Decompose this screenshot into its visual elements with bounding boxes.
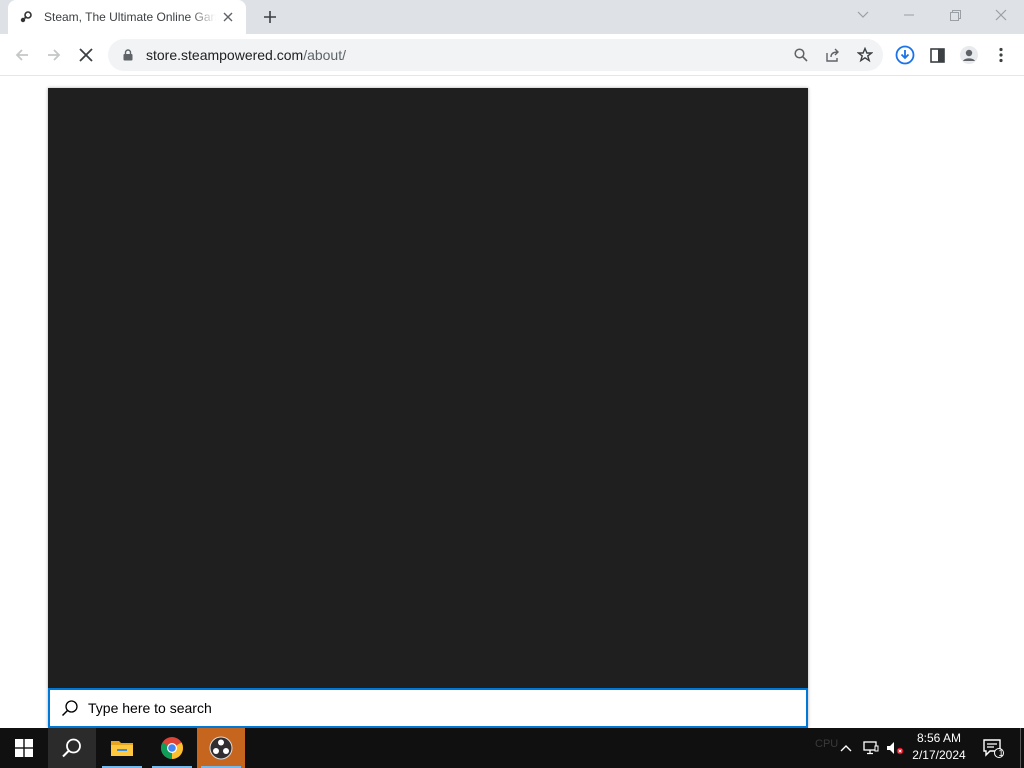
chevron-up-icon[interactable]	[836, 728, 856, 768]
clock-date: 2/17/2024	[912, 748, 966, 762]
url-text[interactable]: store.steampowered.com/about/	[146, 47, 346, 63]
notification-icon[interactable]: 1	[980, 728, 1006, 768]
minimize-icon[interactable]	[886, 0, 932, 30]
chrome-icon[interactable]	[148, 728, 196, 768]
steam-icon	[18, 9, 34, 25]
back-arrow-icon[interactable]	[7, 40, 37, 70]
start-search-panel	[48, 88, 808, 728]
address-bar[interactable]: store.steampowered.com/about/	[108, 39, 883, 71]
lock-icon[interactable]	[120, 49, 136, 61]
search-icon	[60, 699, 80, 717]
share-icon[interactable]	[818, 40, 848, 70]
more-menu-icon[interactable]	[986, 40, 1016, 70]
close-icon[interactable]	[220, 9, 236, 25]
windows-start-icon[interactable]	[0, 728, 48, 768]
clock-time: 8:56 AM	[916, 731, 962, 745]
file-explorer-icon[interactable]	[98, 728, 146, 768]
profile-icon[interactable]	[954, 40, 984, 70]
volume-muted-icon[interactable]	[884, 728, 906, 768]
download-icon[interactable]	[890, 40, 920, 70]
obs-icon[interactable]	[197, 728, 245, 768]
stop-icon[interactable]	[71, 40, 101, 70]
search-icon[interactable]	[786, 40, 816, 70]
taskbar-clock[interactable]: 8:56 AM 2/17/2024	[904, 730, 974, 764]
show-desktop-button[interactable]	[1020, 728, 1024, 768]
tab-title: Steam, The Ultimate Online Game Platform	[44, 10, 216, 24]
search-input[interactable]	[88, 700, 688, 716]
faint-widget-label: CPU	[815, 738, 839, 750]
star-icon[interactable]	[850, 40, 880, 70]
forward-arrow-icon[interactable]	[39, 40, 69, 70]
taskbar-search-box[interactable]	[48, 688, 808, 728]
side-panel-icon[interactable]	[922, 40, 952, 70]
search-icon[interactable]	[48, 728, 96, 768]
restore-icon[interactable]	[932, 0, 978, 30]
tab-strip: Steam, The Ultimate Online Game Platform	[0, 0, 1024, 34]
notification-count: 1	[998, 748, 1004, 758]
plus-icon[interactable]	[258, 5, 282, 29]
network-icon[interactable]	[860, 728, 882, 768]
chevron-down-icon[interactable]	[840, 0, 886, 30]
browser-tab[interactable]: Steam, The Ultimate Online Game Platform	[8, 0, 246, 34]
browser-toolbar: store.steampowered.com/about/	[0, 34, 1024, 76]
close-icon[interactable]	[978, 0, 1024, 30]
url-host: store.steampowered.com	[146, 47, 304, 63]
url-path: /about/	[303, 47, 347, 63]
